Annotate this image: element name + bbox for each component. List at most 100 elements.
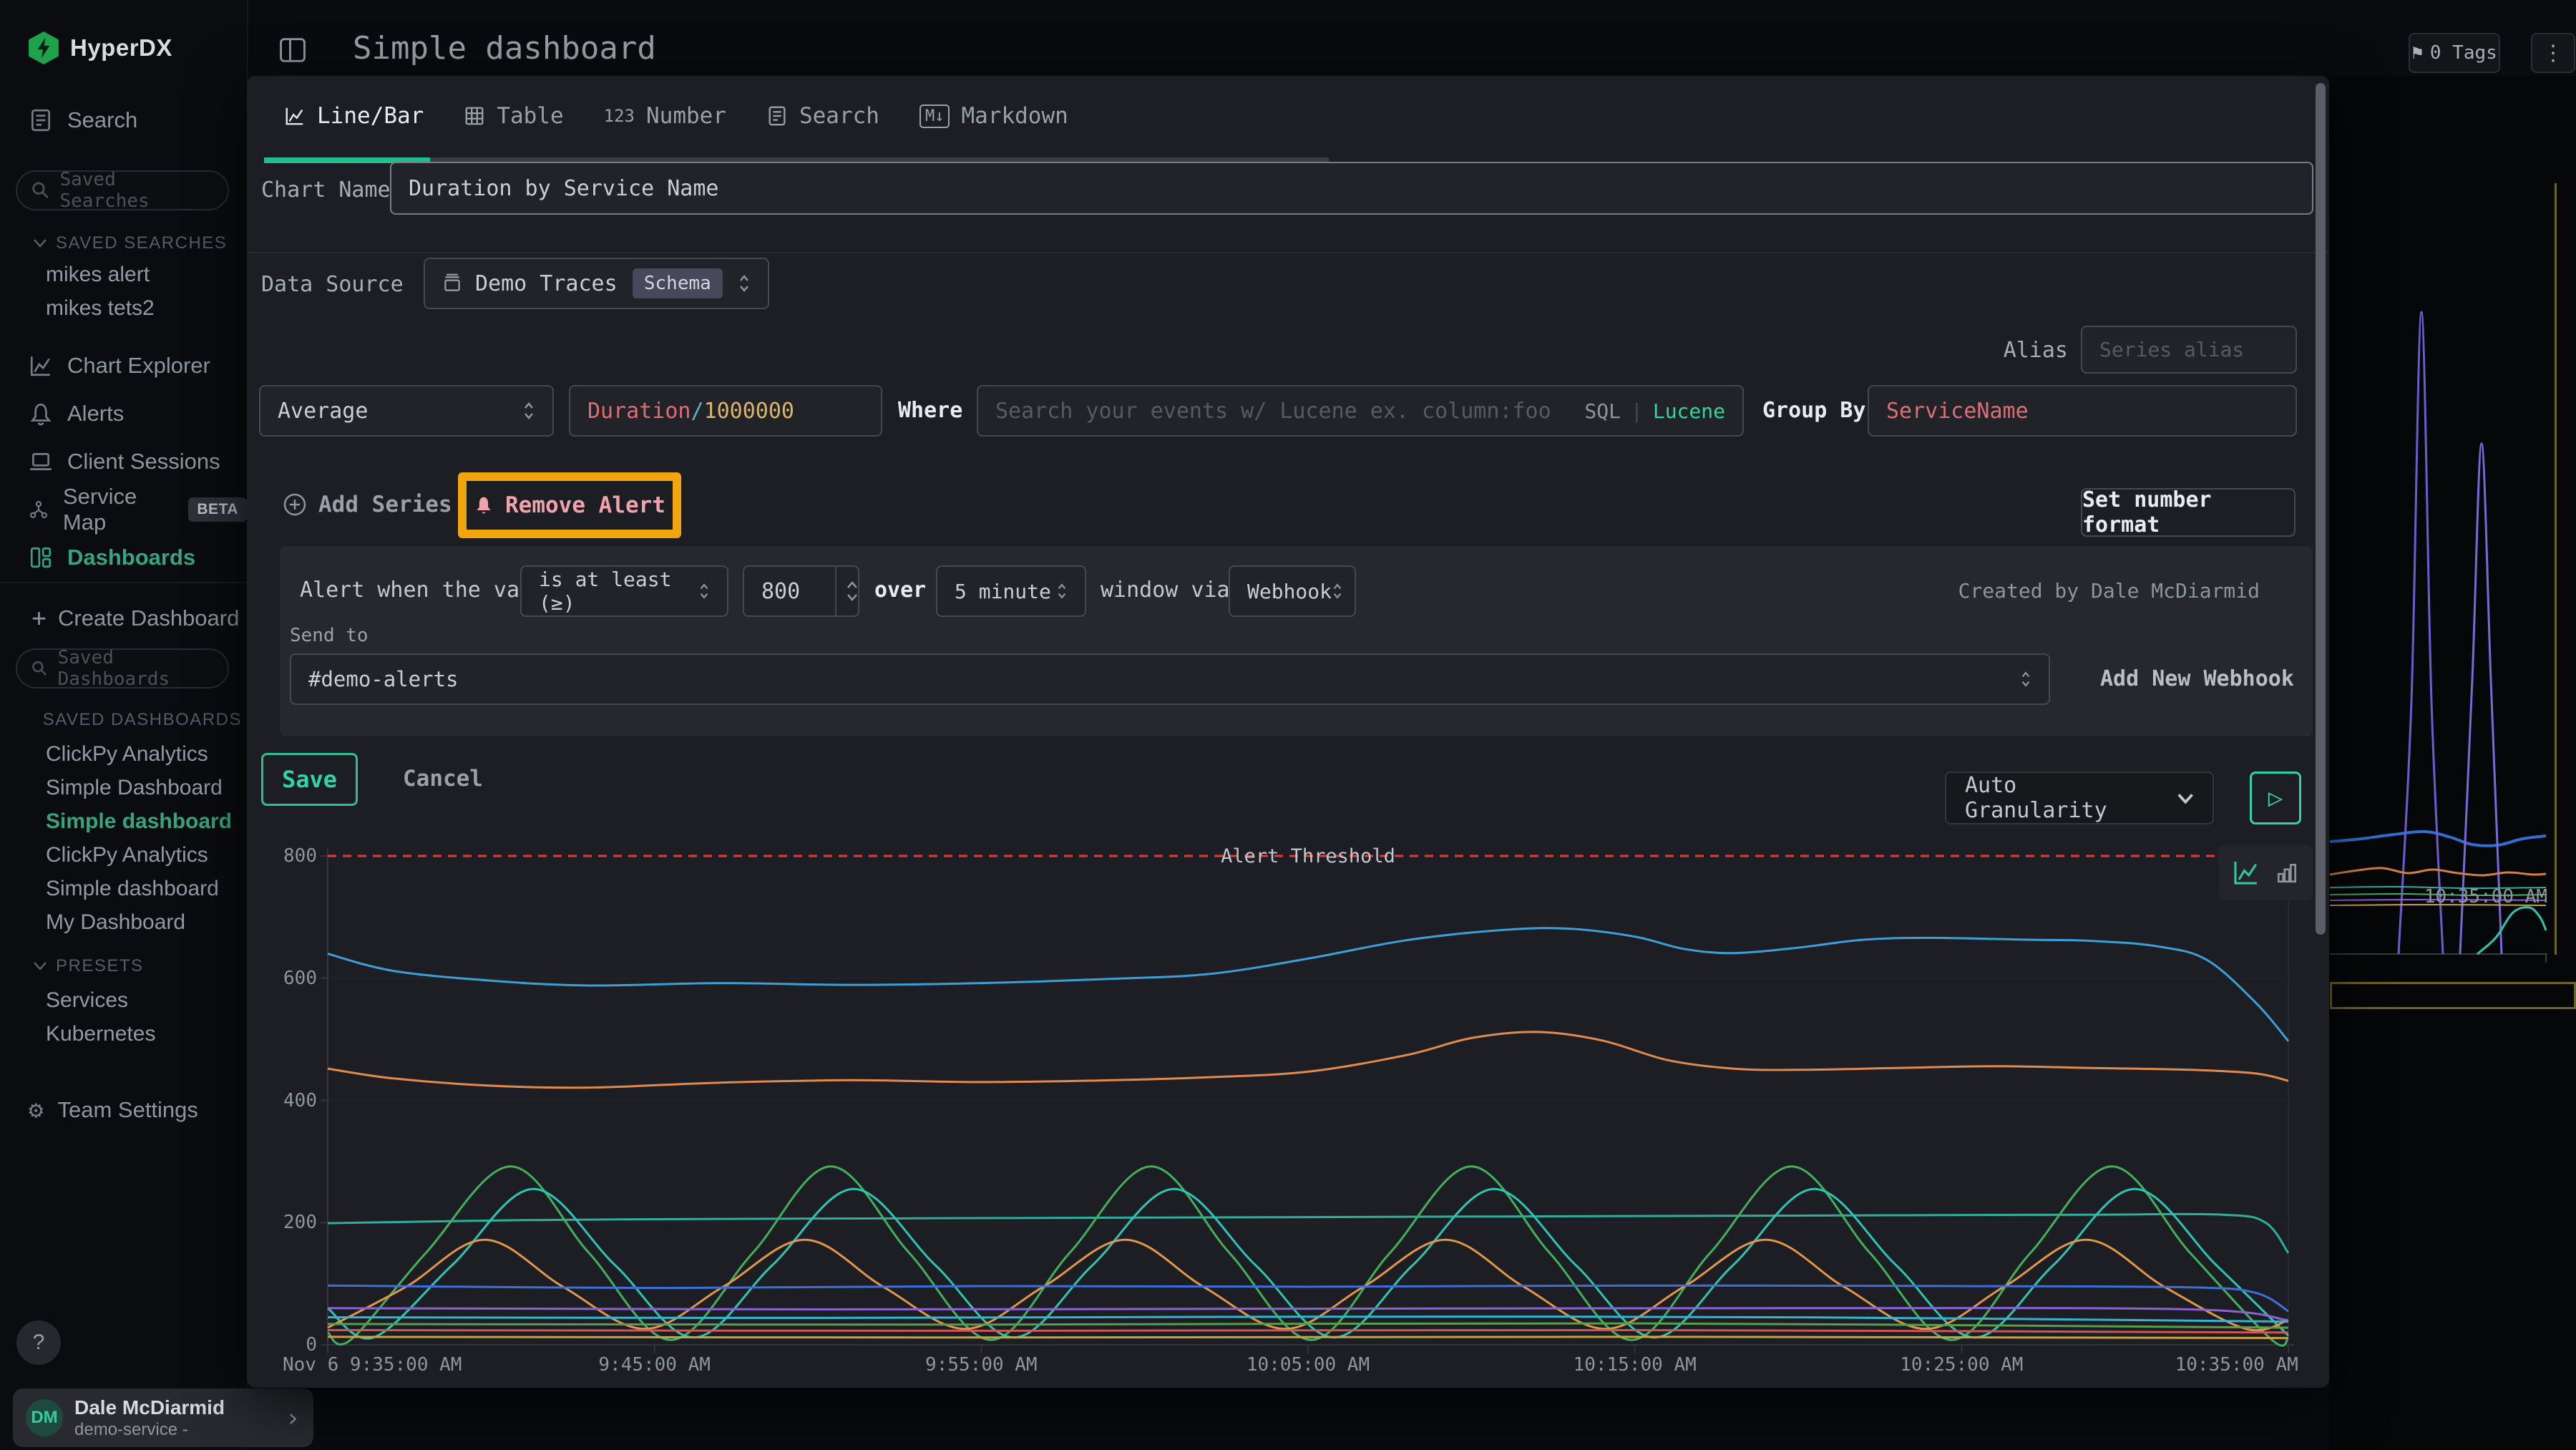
aggregation-select[interactable]: Average: [259, 385, 554, 437]
dashboard-icon: [29, 545, 53, 570]
service-map-icon: [29, 497, 49, 522]
save-button[interactable]: Save: [261, 753, 358, 806]
cancel-button[interactable]: Cancel: [403, 766, 483, 792]
sidebar-item-dashboards[interactable]: Dashboards: [29, 534, 195, 581]
over-label: over: [874, 578, 926, 603]
kebab-menu-button[interactable]: ⋮: [2531, 33, 2575, 73]
threshold-stepper[interactable]: [835, 567, 858, 615]
saved-searches-input[interactable]: Saved Searches: [16, 170, 229, 210]
alert-window-select[interactable]: 5 minute: [936, 565, 1086, 617]
y-axis-label: 200: [267, 1212, 317, 1233]
saved-dashboards-header[interactable]: SAVED DASHBOARDS: [33, 710, 242, 730]
data-source-select[interactable]: Demo Traces Schema: [424, 258, 769, 309]
saved-search-item[interactable]: mikes alert: [46, 258, 155, 291]
tab-bar: Line/Bar Table 123 Number Search M↓ Mark…: [264, 76, 1088, 156]
dashboard-item[interactable]: ClickPy Analytics: [46, 737, 232, 771]
play-icon: ▷: [2268, 784, 2283, 812]
sidebar-item-team-settings[interactable]: ⚙ Team Settings: [29, 1086, 198, 1134]
send-to-label: Send to: [290, 625, 369, 646]
background-panel-border: [2555, 183, 2557, 955]
sidebar-collapse-icon[interactable]: [278, 36, 307, 64]
saved-dashboards-placeholder: Saved Dashboards: [58, 647, 213, 690]
dashboard-item[interactable]: Simple dashboard: [46, 804, 232, 838]
plus-icon: +: [31, 605, 47, 631]
y-axis-label: 0: [267, 1334, 317, 1356]
saved-search-item[interactable]: mikes tets2: [46, 291, 155, 325]
create-dashboard-button[interactable]: + Create Dashboard: [31, 598, 239, 638]
user-name: Dale McDiarmid: [74, 1396, 225, 1420]
app-name: HyperDX: [70, 34, 172, 62]
dashboard-item[interactable]: My Dashboard: [46, 905, 232, 939]
saved-dashboards-input[interactable]: Saved Dashboards: [16, 648, 229, 688]
created-by-label: Created by Dale McDiarmid: [1958, 579, 2260, 603]
alert-threshold-input[interactable]: 800: [743, 565, 859, 617]
tab-number[interactable]: 123 Number: [584, 76, 746, 156]
sidebar-item-client-sessions[interactable]: Client Sessions: [29, 438, 220, 485]
markdown-icon: M↓: [919, 104, 950, 128]
add-new-webhook-link[interactable]: Add New Webhook: [2100, 666, 2294, 691]
send-to-select[interactable]: #demo-alerts: [290, 653, 2050, 705]
sidebar-item-alerts[interactable]: Alerts: [29, 390, 124, 437]
hyperdx-logo-icon: [29, 31, 59, 64]
avatar: DM: [26, 1399, 63, 1436]
tab-search[interactable]: Search: [746, 76, 899, 156]
sidebar-item-search[interactable]: Search: [29, 107, 137, 133]
granularity-select[interactable]: Auto Granularity: [1945, 772, 2214, 824]
y-axis-label: 800: [267, 845, 317, 867]
chart-name-input[interactable]: Duration by Service Name: [390, 162, 2313, 215]
database-icon: [442, 273, 462, 293]
x-axis-label: 9:55:00 AM: [925, 1354, 1038, 1376]
dashboard-item[interactable]: Simple dashboard: [46, 872, 232, 905]
x-axis-label: 10:25:00 AM: [1900, 1354, 2023, 1376]
where-label: Where: [898, 398, 962, 423]
logo[interactable]: HyperDX: [29, 31, 172, 64]
dashboard-item[interactable]: Simple Dashboard: [46, 771, 232, 804]
preset-item[interactable]: Services: [46, 983, 155, 1017]
add-series-button[interactable]: Add Series: [283, 474, 452, 535]
preview-play-button[interactable]: ▷: [2250, 772, 2301, 824]
gear-icon: ⚙: [29, 1098, 43, 1122]
select-chevrons-icon: [738, 273, 751, 294]
sidebar-item-chart-explorer[interactable]: Chart Explorer: [29, 342, 210, 389]
query-language-toggle[interactable]: SQL | Lucene: [1584, 399, 1725, 423]
group-by-input[interactable]: ServiceName: [1868, 385, 2297, 437]
bar-chart-icon: [2275, 860, 2299, 885]
chevron-down-icon: [847, 593, 858, 601]
preset-item[interactable]: Kubernetes: [46, 1017, 155, 1051]
tags-button[interactable]: ⚑ 0 Tags: [2409, 33, 2500, 73]
user-info: Dale McDiarmid demo-service -: [74, 1396, 225, 1440]
select-chevrons-icon: [698, 581, 710, 601]
x-axis-label: 9:45:00 AM: [598, 1354, 711, 1376]
chart-type-toggle[interactable]: [2218, 845, 2313, 900]
doc-icon: [766, 105, 788, 127]
chevron-down-icon: [2177, 792, 2194, 804]
alert-operator-select[interactable]: is at least (≥): [520, 565, 728, 617]
field-input[interactable]: Duration/1000000: [569, 385, 882, 437]
dashboard-item[interactable]: ClickPy Analytics: [46, 838, 232, 872]
tab-markdown[interactable]: M↓ Markdown: [899, 76, 1088, 156]
sidebar-item-service-map[interactable]: Service Map BETA: [29, 486, 247, 533]
help-button[interactable]: ?: [16, 1320, 61, 1365]
modal-scrollbar[interactable]: [2316, 83, 2326, 935]
where-search-input[interactable]: Search your events w/ Lucene ex. column:…: [977, 385, 1744, 437]
remove-alert-button[interactable]: Remove Alert: [474, 492, 665, 518]
x-axis-label: Nov 6 9:35:00 AM: [283, 1354, 462, 1376]
kebab-icon: ⋮: [2542, 41, 2564, 66]
alias-input[interactable]: Series alias: [2081, 326, 2297, 374]
set-number-format-button[interactable]: Set number format: [2081, 488, 2296, 537]
presets-header[interactable]: PRESETS: [33, 956, 144, 976]
sql-toggle: SQL: [1584, 399, 1621, 423]
saved-searches-header[interactable]: SAVED SEARCHES: [33, 233, 227, 253]
tab-line-bar[interactable]: Line/Bar: [264, 76, 444, 156]
tab-table[interactable]: Table: [444, 76, 583, 156]
preset-list: ServicesKubernetes: [46, 983, 155, 1051]
alert-channel-select[interactable]: Webhook: [1229, 565, 1356, 617]
table-icon: [464, 105, 485, 127]
x-axis-label: 10:15:00 AM: [1574, 1354, 1697, 1376]
magnifier-icon: [31, 181, 49, 200]
flag-icon: ⚑: [2411, 42, 2423, 64]
search-doc-icon: [29, 108, 53, 132]
user-card[interactable]: DM Dale McDiarmid demo-service - ›: [13, 1388, 313, 1447]
group-by-label: Group By: [1762, 398, 1866, 423]
select-chevrons-icon: [1332, 581, 1343, 601]
